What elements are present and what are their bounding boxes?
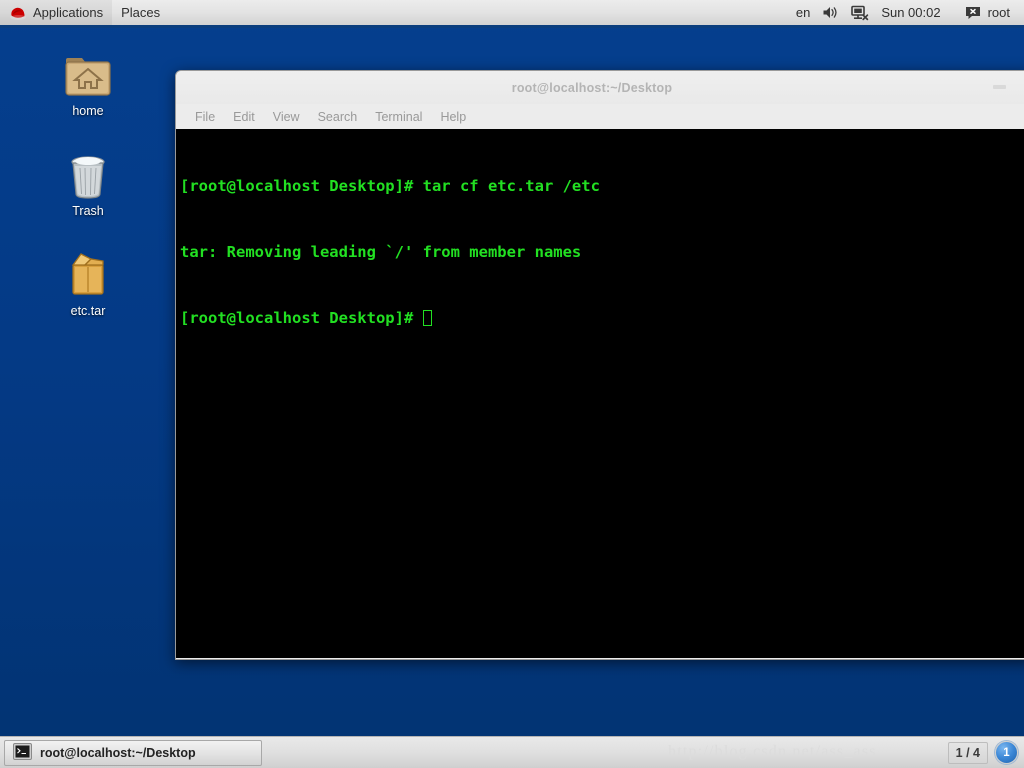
- clock-label: Sun 00:02: [881, 5, 941, 20]
- applications-menu[interactable]: Applications: [0, 0, 113, 25]
- keyboard-layout-label: en: [795, 5, 811, 20]
- user-label: root: [987, 5, 1010, 20]
- desktop-icon-home[interactable]: home: [45, 48, 131, 119]
- taskbar-item-terminal[interactable]: root@localhost:~/Desktop: [4, 739, 262, 766]
- terminal-cursor: [422, 310, 432, 326]
- menu-view[interactable]: View: [264, 108, 309, 126]
- window-title: root@localhost:~/Desktop: [511, 80, 673, 95]
- window-titlebar[interactable]: root@localhost:~/Desktop: [176, 71, 1024, 104]
- terminal-screen[interactable]: [root@localhost Desktop]# tar cf etc.tar…: [176, 129, 1024, 658]
- clock[interactable]: Sun 00:02: [875, 0, 946, 25]
- taskbar-item-label: root@localhost:~/Desktop: [40, 745, 196, 760]
- desktop-icon-label: home: [72, 104, 104, 118]
- redhat-logo-icon: [9, 5, 27, 21]
- workspace-switcher[interactable]: 1 / 4 1: [947, 741, 1024, 764]
- bottom-panel[interactable]: root@localhost:~/Desktop http://blog.csd…: [0, 736, 1024, 768]
- places-label: Places: [121, 5, 161, 20]
- menu-edit[interactable]: Edit: [224, 108, 264, 126]
- top-panel[interactable]: Applications Places en Sun 00:02 root: [0, 0, 1024, 28]
- keyboard-layout-indicator[interactable]: en: [790, 0, 816, 25]
- user-menu[interactable]: root: [959, 0, 1016, 25]
- menu-help[interactable]: Help: [431, 108, 475, 126]
- terminal-menubar[interactable]: File Edit View Search Terminal Help: [176, 104, 1024, 129]
- desktop-icon-label: etc.tar: [70, 304, 106, 318]
- terminal-line: tar: Removing leading `/' from member na…: [180, 243, 582, 261]
- menu-search[interactable]: Search: [309, 108, 367, 126]
- home-folder-icon: [45, 48, 131, 100]
- terminal-line-prompt: [root@localhost Desktop]#: [180, 307, 1024, 329]
- terminal-window-icon: [13, 742, 32, 763]
- notification-badge[interactable]: 1: [995, 741, 1018, 764]
- desktop-icon-etc-tar[interactable]: etc.tar: [45, 248, 131, 319]
- network-disconnected-icon: [851, 5, 869, 21]
- desktop-icon-trash[interactable]: Trash: [45, 148, 131, 219]
- applications-label: Applications: [33, 5, 104, 20]
- watermark-text: http://blog.csdn.net/ass_ass: [668, 743, 877, 760]
- volume-button[interactable]: [816, 0, 845, 25]
- volume-speaker-icon: [822, 5, 839, 20]
- terminal-window[interactable]: root@localhost:~/Desktop File Edit View …: [175, 70, 1024, 660]
- terminal-line: [root@localhost Desktop]# tar cf etc.tar…: [180, 177, 600, 195]
- desktop-background: home Trash etc.tar root@localhost:~/Desk…: [0, 0, 1024, 768]
- workspace-indicator[interactable]: 1 / 4: [947, 741, 988, 764]
- desktop-icon-label: Trash: [72, 204, 104, 218]
- archive-package-icon: [45, 248, 131, 300]
- network-button[interactable]: [845, 0, 875, 25]
- menu-file[interactable]: File: [186, 108, 224, 126]
- minimize-icon[interactable]: [993, 85, 1006, 89]
- menu-terminal[interactable]: Terminal: [366, 108, 431, 126]
- terminal-prompt-text: [root@localhost Desktop]#: [180, 309, 423, 327]
- trash-can-icon: [45, 148, 131, 200]
- places-menu[interactable]: Places: [112, 0, 169, 25]
- user-status-icon: [965, 6, 981, 20]
